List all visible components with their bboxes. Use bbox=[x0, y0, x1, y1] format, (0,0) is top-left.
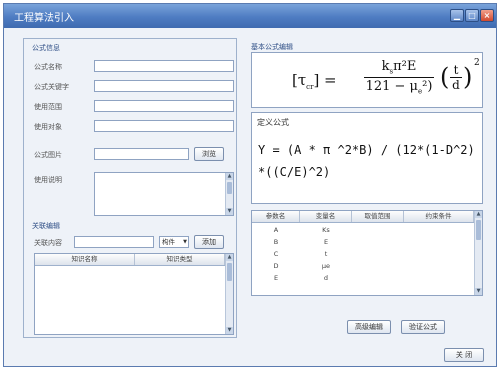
usage-object-label: 使用对象 bbox=[34, 123, 62, 131]
formula-keyword-label: 公式关键字 bbox=[34, 83, 69, 91]
formula-lhs: [τcr] = bbox=[292, 71, 337, 91]
variable-cell[interactable]: E bbox=[300, 238, 352, 246]
usage-object-input[interactable] bbox=[94, 120, 234, 132]
scroll-up-icon[interactable]: ▲ bbox=[226, 254, 233, 261]
formula-denominator-close: ²) bbox=[422, 78, 433, 94]
knowledge-table-scrollbar[interactable]: ▲ ▼ bbox=[225, 254, 233, 334]
usage-description-textarea[interactable]: ▲ ▼ bbox=[94, 172, 234, 216]
formula-main-fraction: ksπ²E 121 − μe²) bbox=[364, 59, 434, 95]
formula-second-fraction: t d bbox=[450, 63, 462, 92]
formula-image-path-input[interactable] bbox=[94, 148, 189, 160]
basic-formula-section-title: 基本公式编辑 bbox=[251, 43, 293, 51]
formula-numerator-rest: π²E bbox=[393, 59, 417, 74]
formula-exponent: 2 bbox=[474, 58, 480, 68]
scroll-thumb[interactable] bbox=[476, 220, 481, 240]
browse-button[interactable]: 浏览 bbox=[194, 147, 224, 161]
association-type-value: 构件 bbox=[162, 238, 175, 246]
maximize-icon[interactable]: □ bbox=[465, 9, 479, 22]
formula-name-input[interactable] bbox=[94, 60, 234, 72]
define-formula-text[interactable]: Y = (A * π ^2*B) / (12*(1-D^2)*((C/E)^2) bbox=[258, 139, 480, 183]
formula-image-label: 公式图片 bbox=[34, 151, 62, 159]
formula-lhs-subscript: cr bbox=[306, 83, 314, 91]
association-section-title: 关联编辑 bbox=[32, 222, 60, 230]
usage-scope-input[interactable] bbox=[94, 100, 234, 112]
right-panel: 基本公式编辑 [τcr] = ksπ²E 121 − μe²) ( t d ) … bbox=[249, 38, 486, 338]
formula-name-label: 公式名称 bbox=[34, 63, 62, 71]
column-knowledge-name[interactable]: 知识名称 bbox=[35, 254, 135, 265]
formula-t: t bbox=[450, 63, 462, 78]
formula-denominator-text: 121 − μ bbox=[365, 78, 418, 94]
define-formula-box[interactable]: 定义公式 Y = (A * π ^2*B) / (12*(1-D^2)*((C/… bbox=[251, 112, 483, 204]
variable-cell[interactable]: d bbox=[300, 274, 352, 282]
formula-preview: [τcr] = ksπ²E 121 − μe²) ( t d ) 2 bbox=[251, 52, 483, 108]
description-scrollbar[interactable]: ▲ ▼ bbox=[225, 173, 233, 215]
formula-lhs-text: [τ bbox=[292, 71, 307, 89]
column-value-range[interactable]: 取值范围 bbox=[352, 211, 404, 222]
formula-import-window: 工程算法引入 ▁ □ × 公式信息 公式名称 公式关键字 使用范围 使用对象 公… bbox=[3, 3, 497, 367]
window-title: 工程算法引入 bbox=[14, 13, 74, 24]
define-formula-label: 定义公式 bbox=[257, 118, 289, 127]
scroll-thumb[interactable] bbox=[227, 182, 232, 194]
parameter-table: 参数名 变量名 取值范围 约束条件 A Ks B E C t D μe E d … bbox=[251, 210, 483, 296]
usage-scope-label: 使用范围 bbox=[34, 103, 62, 111]
param-cell[interactable]: D bbox=[252, 262, 300, 270]
param-cell[interactable]: E bbox=[252, 274, 300, 282]
param-cell[interactable]: C bbox=[252, 250, 300, 258]
verify-formula-button[interactable]: 验证公式 bbox=[401, 320, 445, 334]
variable-cell[interactable]: t bbox=[300, 250, 352, 258]
param-cell[interactable]: B bbox=[252, 238, 300, 246]
formula-info-section-title: 公式信息 bbox=[32, 44, 60, 52]
association-content-input[interactable] bbox=[74, 236, 154, 248]
column-param-name[interactable]: 参数名 bbox=[252, 211, 300, 222]
knowledge-table-header: 知识名称 知识类型 bbox=[35, 254, 225, 266]
parameter-table-scrollbar[interactable]: ▲ ▼ bbox=[474, 211, 482, 295]
association-content-label: 关联内容 bbox=[34, 239, 62, 247]
formula-keyword-input[interactable] bbox=[94, 80, 234, 92]
title-bar[interactable]: 工程算法引入 ▁ □ × bbox=[4, 4, 496, 28]
scroll-thumb[interactable] bbox=[227, 263, 232, 281]
formula-denominator: 121 − μe²) bbox=[364, 78, 434, 96]
scroll-up-icon[interactable]: ▲ bbox=[475, 211, 482, 218]
formula-numerator: ksπ²E bbox=[364, 59, 434, 78]
scroll-up-icon[interactable]: ▲ bbox=[226, 173, 233, 180]
formula-d: d bbox=[452, 78, 460, 92]
column-variable-name[interactable]: 变量名 bbox=[300, 211, 352, 222]
scroll-down-icon[interactable]: ▼ bbox=[226, 327, 233, 334]
knowledge-table: 知识名称 知识类型 ▲ ▼ bbox=[34, 253, 234, 335]
left-panel: 公式信息 公式名称 公式关键字 使用范围 使用对象 公式图片 浏览 使用说明 ▲… bbox=[23, 38, 237, 338]
formula-right-paren: ) bbox=[463, 63, 473, 91]
scroll-down-icon[interactable]: ▼ bbox=[226, 208, 233, 215]
formula-numerator-coeff: k bbox=[381, 59, 390, 74]
association-type-select[interactable]: 构件 ▼ bbox=[159, 236, 189, 248]
param-cell[interactable]: A bbox=[252, 226, 300, 234]
close-icon[interactable]: × bbox=[480, 9, 494, 22]
variable-cell[interactable]: Ks bbox=[300, 226, 352, 234]
close-button[interactable]: 关 闭 bbox=[444, 348, 484, 362]
column-knowledge-type[interactable]: 知识类型 bbox=[135, 254, 225, 265]
parameter-table-header: 参数名 变量名 取值范围 约束条件 bbox=[252, 211, 474, 223]
chevron-down-icon: ▼ bbox=[183, 239, 187, 245]
usage-description-label: 使用说明 bbox=[34, 176, 62, 184]
formula-left-paren: ( bbox=[440, 63, 450, 91]
scroll-down-icon[interactable]: ▼ bbox=[475, 288, 482, 295]
column-constraint[interactable]: 约束条件 bbox=[404, 211, 474, 222]
add-button[interactable]: 添加 bbox=[194, 235, 224, 249]
minimize-icon[interactable]: ▁ bbox=[450, 9, 464, 22]
advanced-edit-button[interactable]: 高级编辑 bbox=[347, 320, 391, 334]
variable-cell[interactable]: μe bbox=[300, 262, 352, 270]
